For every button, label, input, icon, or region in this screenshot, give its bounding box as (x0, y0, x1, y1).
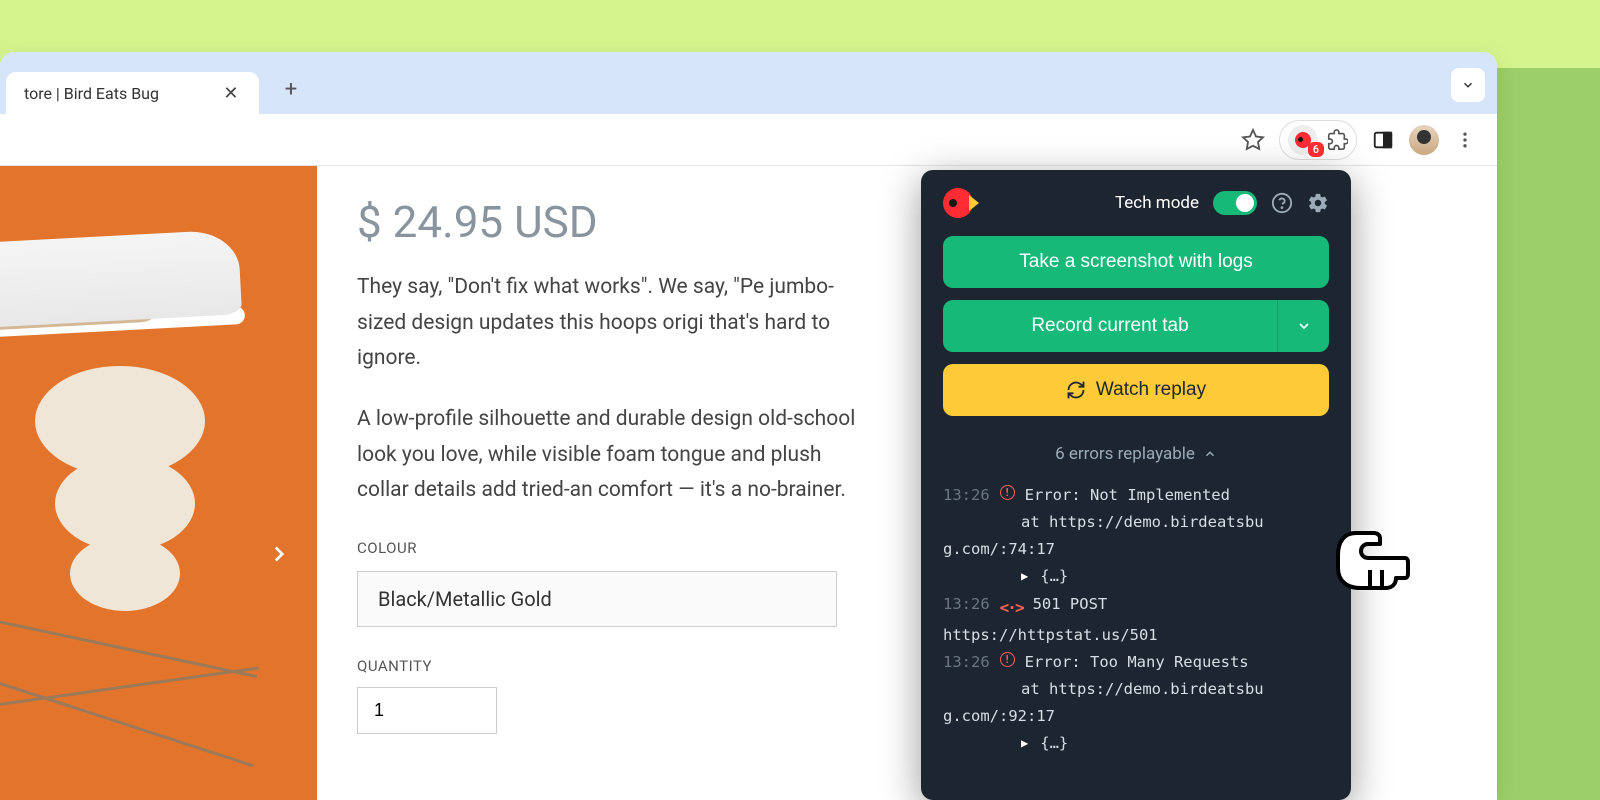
tab-bar: tore | Bird Eats Bug ✕ + (0, 52, 1497, 114)
extensions-icon[interactable] (1326, 129, 1348, 151)
browser-toolbar: 6 (0, 114, 1497, 166)
extensions-pill: 6 (1279, 120, 1357, 160)
sidepanel-icon[interactable] (1369, 126, 1397, 154)
screenshot-button[interactable]: Take a screenshot with logs (943, 236, 1329, 288)
refresh-icon (1066, 380, 1086, 400)
record-dropdown-button[interactable] (1277, 300, 1329, 352)
next-image-icon[interactable] (266, 541, 292, 567)
chevron-up-icon (1203, 447, 1217, 461)
watch-replay-button[interactable]: Watch replay (943, 364, 1329, 416)
pointing-hand-icon (1330, 530, 1410, 594)
error-row[interactable]: 13:26 ! Error: Too Many Requests (943, 649, 1329, 676)
error-expand[interactable]: ▶{…} (943, 563, 1329, 590)
bookmark-star-icon[interactable] (1239, 126, 1267, 154)
tab-title: tore | Bird Eats Bug (24, 84, 159, 103)
error-row[interactable]: 13:26 <·> 501 POST (943, 591, 1329, 622)
browser-tab[interactable]: tore | Bird Eats Bug ✕ (6, 72, 259, 114)
product-description-1: They say, "Don't fix what works". We say… (357, 270, 877, 377)
error-expand[interactable]: ▶{…} (943, 730, 1329, 757)
record-tab-button[interactable]: Record current tab (943, 300, 1277, 352)
extension-popup: Tech mode Take a screenshot with logs Re… (921, 170, 1351, 800)
profile-avatar[interactable] (1409, 125, 1439, 155)
close-tab-icon[interactable]: ✕ (221, 83, 241, 103)
tab-list-dropdown[interactable] (1451, 68, 1485, 102)
errors-collapse-toggle[interactable]: 6 errors replayable (921, 434, 1351, 482)
error-row[interactable]: 13:26 ! Error: Not Implemented (943, 482, 1329, 509)
error-icon: ! (1000, 652, 1015, 667)
kebab-menu-icon[interactable] (1451, 126, 1479, 154)
error-list: 13:26 ! Error: Not Implemented at https:… (921, 482, 1351, 757)
product-description-2: A low-profile silhouette and durable des… (357, 402, 877, 509)
help-icon[interactable] (1271, 192, 1293, 214)
bird-extension-icon[interactable]: 6 (1288, 125, 1318, 155)
tech-mode-toggle[interactable] (1213, 191, 1257, 215)
error-icon: ! (1000, 485, 1015, 500)
settings-gear-icon[interactable] (1307, 192, 1329, 214)
tech-mode-label: Tech mode (1115, 193, 1199, 213)
brand-logo-icon (943, 188, 973, 218)
product-image (0, 166, 317, 800)
extension-badge: 6 (1308, 142, 1324, 157)
new-tab-button[interactable]: + (277, 75, 305, 103)
colour-select[interactable]: Black/Metallic Gold (357, 571, 837, 627)
network-error-icon: <·> (1000, 594, 1023, 622)
quantity-input[interactable] (357, 687, 497, 734)
